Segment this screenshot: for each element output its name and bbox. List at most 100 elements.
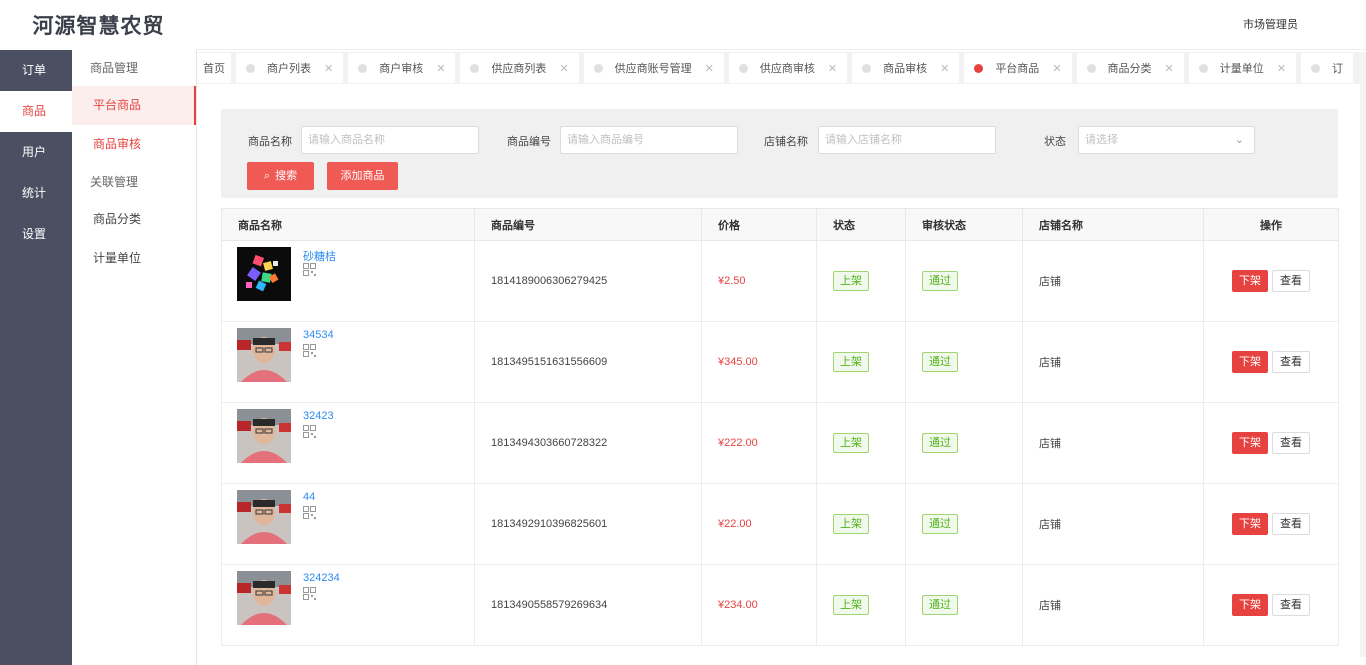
- status-badge: 上架: [833, 271, 869, 291]
- product-name-link[interactable]: 砂糖桔: [303, 248, 336, 264]
- qr-code-icon[interactable]: [303, 344, 316, 357]
- product-price: ¥234.00: [701, 564, 817, 646]
- status-placeholder: 请选择: [1085, 134, 1118, 146]
- status-cell: 上架: [816, 564, 906, 646]
- code-label: 商品编号: [507, 136, 551, 148]
- close-icon[interactable]: ✕: [1277, 62, 1286, 75]
- app-logo: 河源智慧农贸: [0, 0, 197, 50]
- view-button[interactable]: 查看: [1272, 351, 1310, 373]
- qr-code-icon[interactable]: [303, 263, 316, 276]
- status-cell: 上架: [816, 483, 906, 565]
- page-scrollbar[interactable]: [1360, 52, 1366, 657]
- close-icon[interactable]: ✕: [940, 62, 949, 75]
- view-button[interactable]: 查看: [1272, 270, 1310, 292]
- main-nav: 订单 商品 用户 统计 设置: [0, 50, 72, 665]
- tab-merchant-list[interactable]: 商户列表 ✕: [236, 53, 344, 83]
- shop-name-input[interactable]: 请输入店铺名称: [818, 126, 996, 154]
- status-label: 状态: [1044, 136, 1066, 148]
- off-shelf-button[interactable]: 下架: [1232, 513, 1268, 535]
- tab-dot-icon: [738, 63, 748, 73]
- off-shelf-button[interactable]: 下架: [1232, 432, 1268, 454]
- product-name-link[interactable]: 32423: [303, 410, 334, 422]
- tab-home[interactable]: 首页: [197, 53, 231, 83]
- product-thumbnail[interactable]: [237, 409, 291, 463]
- tab-merchant-audit[interactable]: 商户审核 ✕: [348, 53, 456, 83]
- tab-label: 供应商账号管理: [614, 63, 692, 75]
- close-icon[interactable]: ✕: [1052, 62, 1061, 75]
- nav-item-orders[interactable]: 订单: [0, 50, 72, 91]
- product-name-link[interactable]: 44: [303, 491, 315, 503]
- product-price: ¥345.00: [701, 321, 817, 403]
- tab-label: 平台商品: [995, 63, 1040, 75]
- tab-supplier-account[interactable]: 供应商账号管理 ✕: [583, 53, 724, 83]
- sub-nav-product-audit[interactable]: 商品审核: [72, 125, 196, 164]
- actions-cell: 下架 查看: [1203, 483, 1339, 565]
- nav-item-settings[interactable]: 设置: [0, 214, 72, 255]
- qr-code-icon[interactable]: [303, 506, 316, 519]
- close-icon[interactable]: ✕: [828, 62, 837, 75]
- status-select[interactable]: 请选择 ⌄: [1078, 126, 1255, 154]
- tab-category[interactable]: 商品分类 ✕: [1076, 53, 1184, 83]
- shop-label: 店铺名称: [764, 136, 808, 148]
- product-code: 1813495151631556609: [474, 321, 702, 403]
- tab-order[interactable]: 订: [1300, 53, 1353, 83]
- col-header-name: 商品名称: [221, 208, 475, 241]
- product-name-link[interactable]: 324234: [303, 572, 340, 584]
- tab-supplier-audit[interactable]: 供应商审核 ✕: [728, 53, 848, 83]
- view-button[interactable]: 查看: [1272, 594, 1310, 616]
- top-header: 市场管理员: [197, 0, 1366, 50]
- table-row: 44 1813492910396825601 ¥22.00 上架 通过 店铺 下…: [221, 483, 1339, 565]
- product-code-input[interactable]: 请输入商品编号: [560, 126, 738, 154]
- product-name-link[interactable]: 34534: [303, 329, 334, 341]
- tab-label: 商品审核: [883, 63, 928, 75]
- tab-label: 商户列表: [267, 63, 311, 75]
- status-badge: 上架: [833, 514, 869, 534]
- col-header-code: 商品编号: [474, 208, 702, 241]
- status-cell: 上架: [816, 402, 906, 484]
- filter-panel: 商品名称 请输入商品名称 商品编号 请输入商品编号 店铺名称 请输入店铺名称 状…: [221, 109, 1338, 198]
- sub-nav-group-product: 商品管理: [90, 61, 139, 75]
- close-icon[interactable]: ✕: [436, 62, 445, 75]
- audit-badge: 通过: [922, 514, 958, 534]
- off-shelf-button[interactable]: 下架: [1232, 270, 1268, 292]
- search-icon: ⌕: [263, 170, 271, 182]
- view-button[interactable]: 查看: [1272, 432, 1310, 454]
- qr-code-icon[interactable]: [303, 587, 316, 600]
- col-header-price: 价格: [701, 208, 817, 241]
- nav-item-products[interactable]: 商品: [0, 91, 72, 132]
- nav-item-stats[interactable]: 统计: [0, 173, 72, 214]
- close-icon[interactable]: ✕: [559, 62, 568, 75]
- tab-unit[interactable]: 计量单位 ✕: [1188, 53, 1296, 83]
- tab-platform-products[interactable]: 平台商品 ✕: [964, 53, 1072, 83]
- tab-dot-icon: [862, 63, 872, 73]
- sub-nav-unit[interactable]: 计量单位: [72, 239, 196, 278]
- sub-nav: 商品管理 平台商品 商品审核 关联管理 商品分类 计量单位: [72, 50, 197, 665]
- qr-code-icon[interactable]: [303, 425, 316, 438]
- close-icon[interactable]: ✕: [324, 62, 333, 75]
- off-shelf-button[interactable]: 下架: [1232, 594, 1268, 616]
- product-thumbnail[interactable]: [237, 328, 291, 382]
- current-user[interactable]: 市场管理员: [1243, 16, 1298, 32]
- sub-nav-category[interactable]: 商品分类: [72, 200, 196, 239]
- nav-item-users[interactable]: 用户: [0, 132, 72, 173]
- product-thumbnail[interactable]: [237, 247, 291, 301]
- table-row: 324234 1813490558579269634 ¥234.00 上架 通过…: [221, 564, 1339, 646]
- col-header-actions: 操作: [1203, 208, 1339, 241]
- search-button-label: 搜索: [275, 170, 298, 182]
- off-shelf-button[interactable]: 下架: [1232, 351, 1268, 373]
- tab-dot-icon: [1086, 63, 1096, 73]
- add-product-button[interactable]: 添加商品: [327, 162, 398, 190]
- tab-product-audit[interactable]: 商品审核 ✕: [852, 53, 960, 83]
- close-icon[interactable]: ✕: [1165, 62, 1174, 75]
- audit-cell: 通过: [905, 483, 1023, 565]
- product-thumbnail[interactable]: [237, 490, 291, 544]
- sub-nav-platform-products[interactable]: 平台商品: [72, 86, 196, 125]
- product-name-input[interactable]: 请输入商品名称: [301, 126, 479, 154]
- product-code: 1814189006306279425: [474, 240, 702, 322]
- product-thumbnail[interactable]: [237, 571, 291, 625]
- close-icon[interactable]: ✕: [705, 62, 714, 75]
- product-price: ¥22.00: [701, 483, 817, 565]
- view-button[interactable]: 查看: [1272, 513, 1310, 535]
- search-button[interactable]: ⌕ 搜索: [247, 162, 314, 190]
- tab-supplier-list[interactable]: 供应商列表 ✕: [460, 53, 579, 83]
